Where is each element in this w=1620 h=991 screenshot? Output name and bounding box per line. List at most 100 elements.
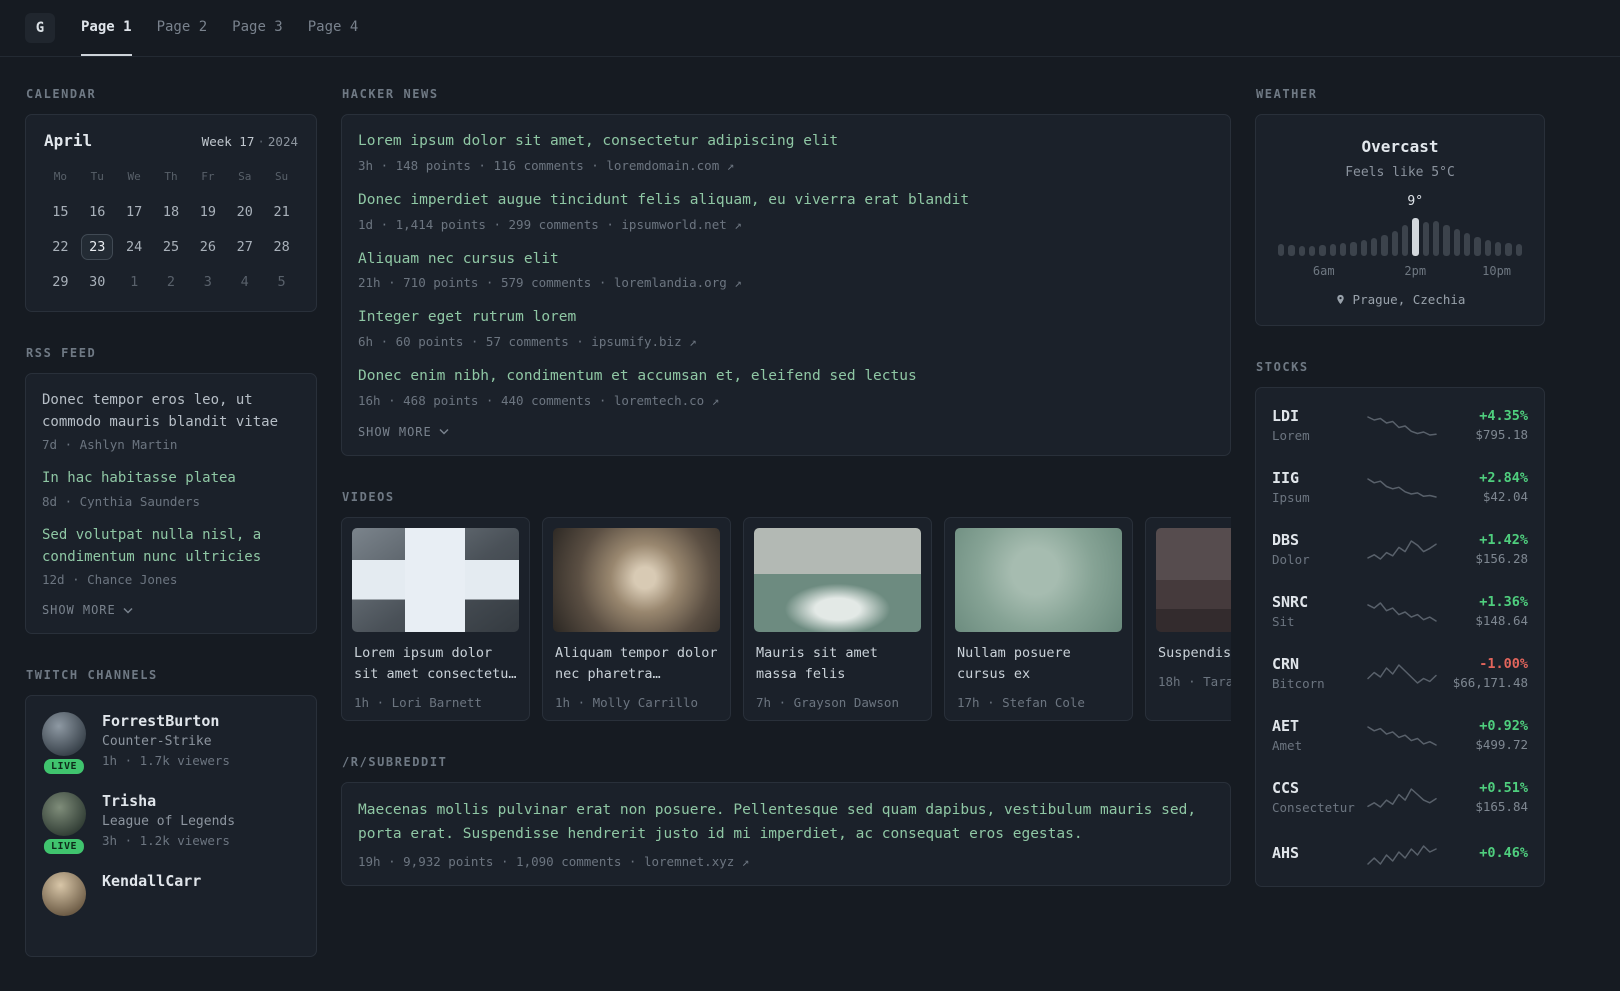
rss-item-title[interactable]: Sed volutpat nulla nisl, a condimentum n… bbox=[42, 525, 300, 568]
top-nav: G Page 1 Page 2 Page 3 Page 4 bbox=[0, 0, 1620, 57]
video-thumbnail[interactable] bbox=[553, 527, 720, 632]
video-meta: 1h · Molly Carrillo bbox=[555, 694, 698, 710]
stock-sparkline bbox=[1367, 416, 1437, 436]
live-badge: LIVE bbox=[41, 837, 87, 857]
stock-row[interactable]: SNRC Sit +1.36% $148.64 bbox=[1272, 580, 1528, 642]
video-card[interactable]: Nullam posuere cursus ex 17h · Stefan Co… bbox=[944, 516, 1133, 721]
channel-info: KendallCarr bbox=[102, 872, 201, 916]
video-title[interactable]: Lorem ipsum dolor sit amet consectetu… bbox=[354, 643, 517, 685]
rss-item: Donec tempor eros leo, ut commodo mauris… bbox=[42, 390, 300, 452]
stock-values: +0.46% bbox=[1479, 845, 1528, 864]
stock-row[interactable]: LDI Lorem +4.35% $795.18 bbox=[1272, 394, 1528, 456]
weather-condition: Overcast bbox=[1361, 137, 1439, 156]
video-title[interactable]: Aliquam tempor dolor nec pharetra… bbox=[555, 643, 718, 685]
weather-bar bbox=[1329, 244, 1336, 256]
avatar-wrap bbox=[42, 872, 86, 917]
calendar-day: 24 bbox=[126, 239, 143, 255]
weather-current-temp: 9° bbox=[1407, 194, 1424, 209]
video-card[interactable]: Mauris sit amet massa felis 7h · Grayson… bbox=[743, 516, 932, 721]
rss-item-title[interactable]: In hac habitasse platea bbox=[42, 468, 300, 490]
stock-row[interactable]: AHS +0.46% bbox=[1272, 828, 1528, 880]
stock-price: $156.28 bbox=[1475, 551, 1528, 566]
hn-item-title[interactable]: Donec enim nibh, condimentum et accumsan… bbox=[358, 366, 1214, 388]
stock-price: $66,171.48 bbox=[1452, 675, 1528, 690]
stock-symbol: LDI bbox=[1272, 407, 1300, 425]
avatar bbox=[42, 872, 86, 917]
calendar-day: 25 bbox=[162, 239, 180, 255]
video-thumbnail[interactable] bbox=[754, 527, 921, 632]
tab-page-4[interactable]: Page 4 bbox=[308, 0, 359, 56]
video-title[interactable]: Suspendisse diam bbox=[1158, 643, 1231, 664]
video-card[interactable]: Suspendisse diam 18h · Tara bbox=[1145, 516, 1231, 721]
calendar-day: 29 bbox=[52, 274, 69, 290]
stock-symbol: AHS bbox=[1272, 843, 1300, 862]
hn-item-meta: 21h · 710 points · 579 comments · loreml… bbox=[358, 275, 742, 291]
weather-bar bbox=[1443, 225, 1450, 256]
stock-row[interactable]: IIG Ipsum +2.84% $42.04 bbox=[1272, 456, 1528, 518]
hn-item-meta: 1d · 1,414 points · 299 comments · ipsum… bbox=[358, 216, 742, 232]
rss-item-meta: 7d · Ashlyn Martin bbox=[42, 437, 178, 453]
rss-card: Donec tempor eros leo, ut commodo mauris… bbox=[25, 373, 317, 635]
channel-name[interactable]: ForrestBurton bbox=[102, 712, 230, 730]
hn-item-title[interactable]: Lorem ipsum dolor sit amet, consectetur … bbox=[358, 131, 1214, 153]
weather-widget-title: WEATHER bbox=[1256, 87, 1318, 101]
rss-item: In hac habitasse platea 8d · Cynthia Sau… bbox=[42, 468, 300, 509]
video-meta: 18h · Tara bbox=[1158, 673, 1231, 689]
app-logo[interactable]: G bbox=[25, 13, 55, 43]
twitch-channel[interactable]: KendallCarr bbox=[42, 872, 300, 917]
hn-item-title[interactable]: Donec imperdiet augue tincidunt felis al… bbox=[358, 190, 1214, 212]
stock-row[interactable]: CCS Consectetur +0.51% $165.84 bbox=[1272, 766, 1528, 828]
twitch-channel[interactable]: LIVE ForrestBurton Counter-Strike 1h · 1… bbox=[41, 712, 300, 777]
hn-item: Donec imperdiet augue tincidunt felis al… bbox=[358, 190, 1214, 232]
video-title[interactable]: Mauris sit amet massa felis bbox=[756, 643, 919, 685]
twitch-channel[interactable]: LIVE Trisha League of Legends 3h · 1.2k … bbox=[41, 792, 300, 857]
weather-location: Prague, Czechia bbox=[1272, 292, 1528, 307]
hn-item: Aliquam nec cursus elit 21h · 710 points… bbox=[358, 249, 1214, 291]
weather-bar bbox=[1278, 244, 1285, 256]
stock-change: -1.00% bbox=[1479, 656, 1528, 672]
stock-row[interactable]: CRN Bitcorn -1.00% $66,171.48 bbox=[1272, 642, 1528, 704]
stock-symbol: AET bbox=[1272, 717, 1300, 735]
video-thumbnail[interactable] bbox=[352, 527, 519, 632]
hn-item: Lorem ipsum dolor sit amet, consectetur … bbox=[358, 131, 1214, 173]
weather-bar bbox=[1308, 246, 1316, 256]
video-thumbnail[interactable] bbox=[1156, 527, 1231, 632]
channel-name[interactable]: KendallCarr bbox=[102, 872, 201, 890]
location-pin-icon bbox=[1336, 294, 1344, 305]
video-thumbnail[interactable] bbox=[955, 527, 1122, 632]
stock-row[interactable]: AET Amet +0.92% $499.72 bbox=[1272, 704, 1528, 766]
weather-bar bbox=[1350, 242, 1357, 256]
video-meta: 7h · Grayson Dawson bbox=[756, 694, 899, 710]
calendar-day: 3 bbox=[203, 274, 212, 290]
weather-location-label: Prague, Czechia bbox=[1352, 292, 1466, 307]
video-card[interactable]: Lorem ipsum dolor sit amet consectetu… 1… bbox=[341, 516, 530, 721]
stock-sparkline bbox=[1367, 726, 1437, 746]
stock-symbol: SNRC bbox=[1272, 593, 1309, 611]
calendar-grid: Mo Tu We Th Fr Sa Su 15 16 17 18 19 20 21 22 23 24 25 26 27… bbox=[42, 164, 300, 295]
channel-name[interactable]: Trisha bbox=[102, 792, 235, 810]
hackernews-widget-title: HACKER NEWS bbox=[342, 87, 439, 101]
stock-name: Bitcorn bbox=[1272, 676, 1325, 691]
hn-show-more-button[interactable]: SHOW MORE bbox=[358, 425, 449, 439]
stock-row[interactable]: DBS Dolor +1.42% $156.28 bbox=[1272, 518, 1528, 580]
avatar-wrap: LIVE bbox=[41, 792, 87, 857]
separator-dot: · bbox=[257, 134, 265, 149]
avatar-wrap: LIVE bbox=[41, 712, 87, 777]
tab-page-2[interactable]: Page 2 bbox=[157, 0, 208, 56]
rss-item-title[interactable]: Donec tempor eros leo, ut commodo mauris… bbox=[42, 390, 300, 433]
tab-page-1[interactable]: Page 1 bbox=[81, 0, 132, 56]
subreddit-post-title[interactable]: Maecenas mollis pulvinar erat non posuer… bbox=[358, 799, 1214, 847]
tab-page-3[interactable]: Page 3 bbox=[232, 0, 283, 56]
video-title[interactable]: Nullam posuere cursus ex bbox=[957, 643, 1120, 685]
calendar-day: 27 bbox=[236, 239, 253, 255]
calendar-day: 15 bbox=[52, 204, 69, 220]
stock-identity: IIG Ipsum bbox=[1272, 469, 1366, 505]
hn-item-title[interactable]: Aliquam nec cursus elit bbox=[358, 249, 1214, 271]
hn-item-title[interactable]: Integer eget rutrum lorem bbox=[358, 307, 1214, 329]
stock-sparkline bbox=[1367, 788, 1437, 808]
video-card[interactable]: Aliquam tempor dolor nec pharetra… 1h · … bbox=[542, 516, 731, 721]
stock-price: $42.04 bbox=[1482, 489, 1528, 504]
calendar-day: 22 bbox=[52, 239, 69, 255]
rss-show-more-button[interactable]: SHOW MORE bbox=[42, 603, 133, 617]
calendar-day: 28 bbox=[273, 239, 290, 255]
